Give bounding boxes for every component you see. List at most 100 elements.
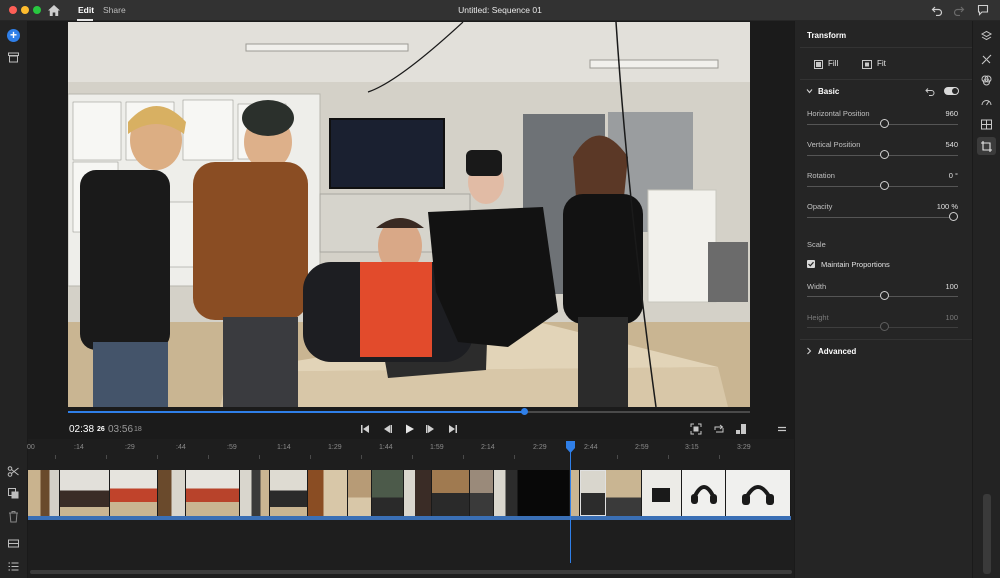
preview-scrubber[interactable]	[68, 408, 750, 415]
track-icon[interactable]	[7, 537, 20, 550]
width-value[interactable]: 100	[945, 282, 958, 291]
step-forward-icon[interactable]	[425, 423, 437, 435]
step-back-icon[interactable]	[381, 423, 393, 435]
list-icon[interactable]	[7, 560, 20, 573]
basic-section-title[interactable]: Basic	[818, 87, 839, 96]
ruler-label: 2:44	[584, 444, 598, 451]
redo-icon[interactable]	[953, 4, 965, 16]
clip-thumbnail-selected[interactable]	[580, 470, 606, 516]
clip-thumbnail[interactable]	[60, 470, 110, 516]
clip-thumbnail[interactable]	[570, 470, 580, 516]
horizontal-position-handle[interactable]	[880, 119, 889, 128]
transitions-icon[interactable]	[980, 53, 993, 66]
current-frames: 26	[97, 426, 105, 433]
ruler-label: 3:15	[685, 444, 699, 451]
clip-thumbnail[interactable]	[28, 470, 60, 516]
clip-thumbnail[interactable]	[432, 470, 470, 516]
ruler-label: 1:14	[277, 444, 291, 451]
speed-icon[interactable]	[980, 96, 993, 109]
clip-thumbnail[interactable]	[470, 470, 494, 516]
titles-icon[interactable]	[980, 30, 993, 43]
duplicate-icon[interactable]	[7, 487, 20, 500]
undo-icon[interactable]	[931, 4, 943, 16]
vertical-position-handle[interactable]	[880, 150, 889, 159]
chevron-down-icon[interactable]	[806, 88, 813, 94]
clip-thumbnail[interactable]	[682, 470, 726, 516]
left-toolbar: +	[0, 21, 28, 578]
preview-area	[28, 21, 794, 439]
audio-icon[interactable]	[980, 118, 993, 131]
audio-waveform	[28, 516, 791, 520]
ruler-tick	[361, 455, 362, 459]
chevron-right-icon[interactable]	[806, 347, 812, 355]
clip-thumbnail[interactable]	[186, 470, 240, 516]
tab-share[interactable]: Share	[103, 5, 126, 15]
timeline-scrollbar[interactable]	[30, 570, 792, 574]
divider	[800, 339, 972, 340]
scissors-icon[interactable]	[7, 465, 20, 478]
playhead-line	[570, 449, 571, 563]
height-handle	[880, 322, 889, 331]
fill-button[interactable]: Fill	[828, 59, 838, 68]
maintain-proportions-label[interactable]: Maintain Proportions	[821, 260, 890, 269]
clip-thumbnail[interactable]	[606, 470, 642, 516]
horizontal-position-label: Horizontal Position	[807, 109, 870, 118]
media-bin-icon[interactable]	[7, 51, 20, 64]
clip-thumbnail[interactable]	[372, 470, 404, 516]
clip-thumbnail[interactable]	[158, 470, 186, 516]
fit-to-screen-icon[interactable]	[690, 423, 702, 435]
minimize-window-button[interactable]	[21, 6, 29, 14]
clip-thumbnail[interactable]	[348, 470, 372, 516]
clip-thumbnail[interactable]	[240, 470, 270, 516]
quality-icon[interactable]	[735, 423, 747, 435]
go-to-start-icon[interactable]	[359, 423, 371, 435]
rotation-value[interactable]: 0 °	[949, 171, 958, 180]
fill-icon[interactable]	[814, 60, 823, 69]
horizontal-position-value[interactable]: 960	[945, 109, 958, 118]
trash-icon[interactable]	[7, 510, 20, 523]
ruler-label: :44	[176, 444, 186, 451]
fit-button[interactable]: Fit	[877, 59, 886, 68]
playhead-handle[interactable]	[565, 441, 576, 453]
clip-thumbnail[interactable]	[308, 470, 348, 516]
opacity-value[interactable]: 100 %	[937, 202, 958, 211]
timeline-menu-icon[interactable]	[776, 423, 788, 435]
clip-thumbnail[interactable]	[726, 470, 791, 516]
clip-thumbnail[interactable]	[270, 470, 308, 516]
basic-toggle[interactable]	[944, 87, 959, 95]
home-icon[interactable]	[47, 4, 61, 17]
fit-icon[interactable]	[862, 60, 872, 69]
clip-thumbnail[interactable]	[110, 470, 158, 516]
ruler-label: 2:14	[481, 444, 495, 451]
video-track[interactable]	[28, 470, 791, 520]
rotation-handle[interactable]	[880, 181, 889, 190]
video-preview[interactable]	[68, 22, 750, 407]
clip-thumbnail[interactable]	[518, 470, 570, 516]
clip-thumbnail[interactable]	[642, 470, 682, 516]
advanced-section-title[interactable]: Advanced	[818, 347, 856, 356]
scrubber-handle[interactable]	[521, 408, 529, 415]
clip-thumbnail[interactable]	[404, 470, 432, 516]
opacity-handle[interactable]	[949, 212, 958, 221]
reset-icon[interactable]	[925, 86, 935, 96]
add-media-icon[interactable]: +	[7, 29, 20, 42]
go-to-end-icon[interactable]	[447, 423, 459, 435]
width-handle[interactable]	[880, 291, 889, 300]
clip-thumbnail[interactable]	[494, 470, 518, 516]
comments-icon[interactable]	[977, 4, 989, 16]
vertical-position-value[interactable]: 540	[945, 140, 958, 149]
ruler-tick	[668, 455, 669, 459]
rail-scrollbar[interactable]	[983, 494, 991, 574]
tab-edit[interactable]: Edit	[78, 5, 94, 15]
play-icon[interactable]	[403, 423, 415, 435]
ruler-label: :29	[125, 444, 135, 451]
ruler-label: 2:59	[635, 444, 649, 451]
loop-icon[interactable]	[713, 423, 725, 435]
opacity-slider[interactable]	[807, 217, 958, 218]
color-icon[interactable]	[980, 74, 993, 87]
maximize-window-button[interactable]	[33, 6, 41, 14]
total-duration: 03:56	[108, 424, 134, 435]
crop-icon[interactable]	[980, 140, 993, 153]
maintain-proportions-checkbox[interactable]	[807, 260, 815, 268]
close-window-button[interactable]	[9, 6, 17, 14]
